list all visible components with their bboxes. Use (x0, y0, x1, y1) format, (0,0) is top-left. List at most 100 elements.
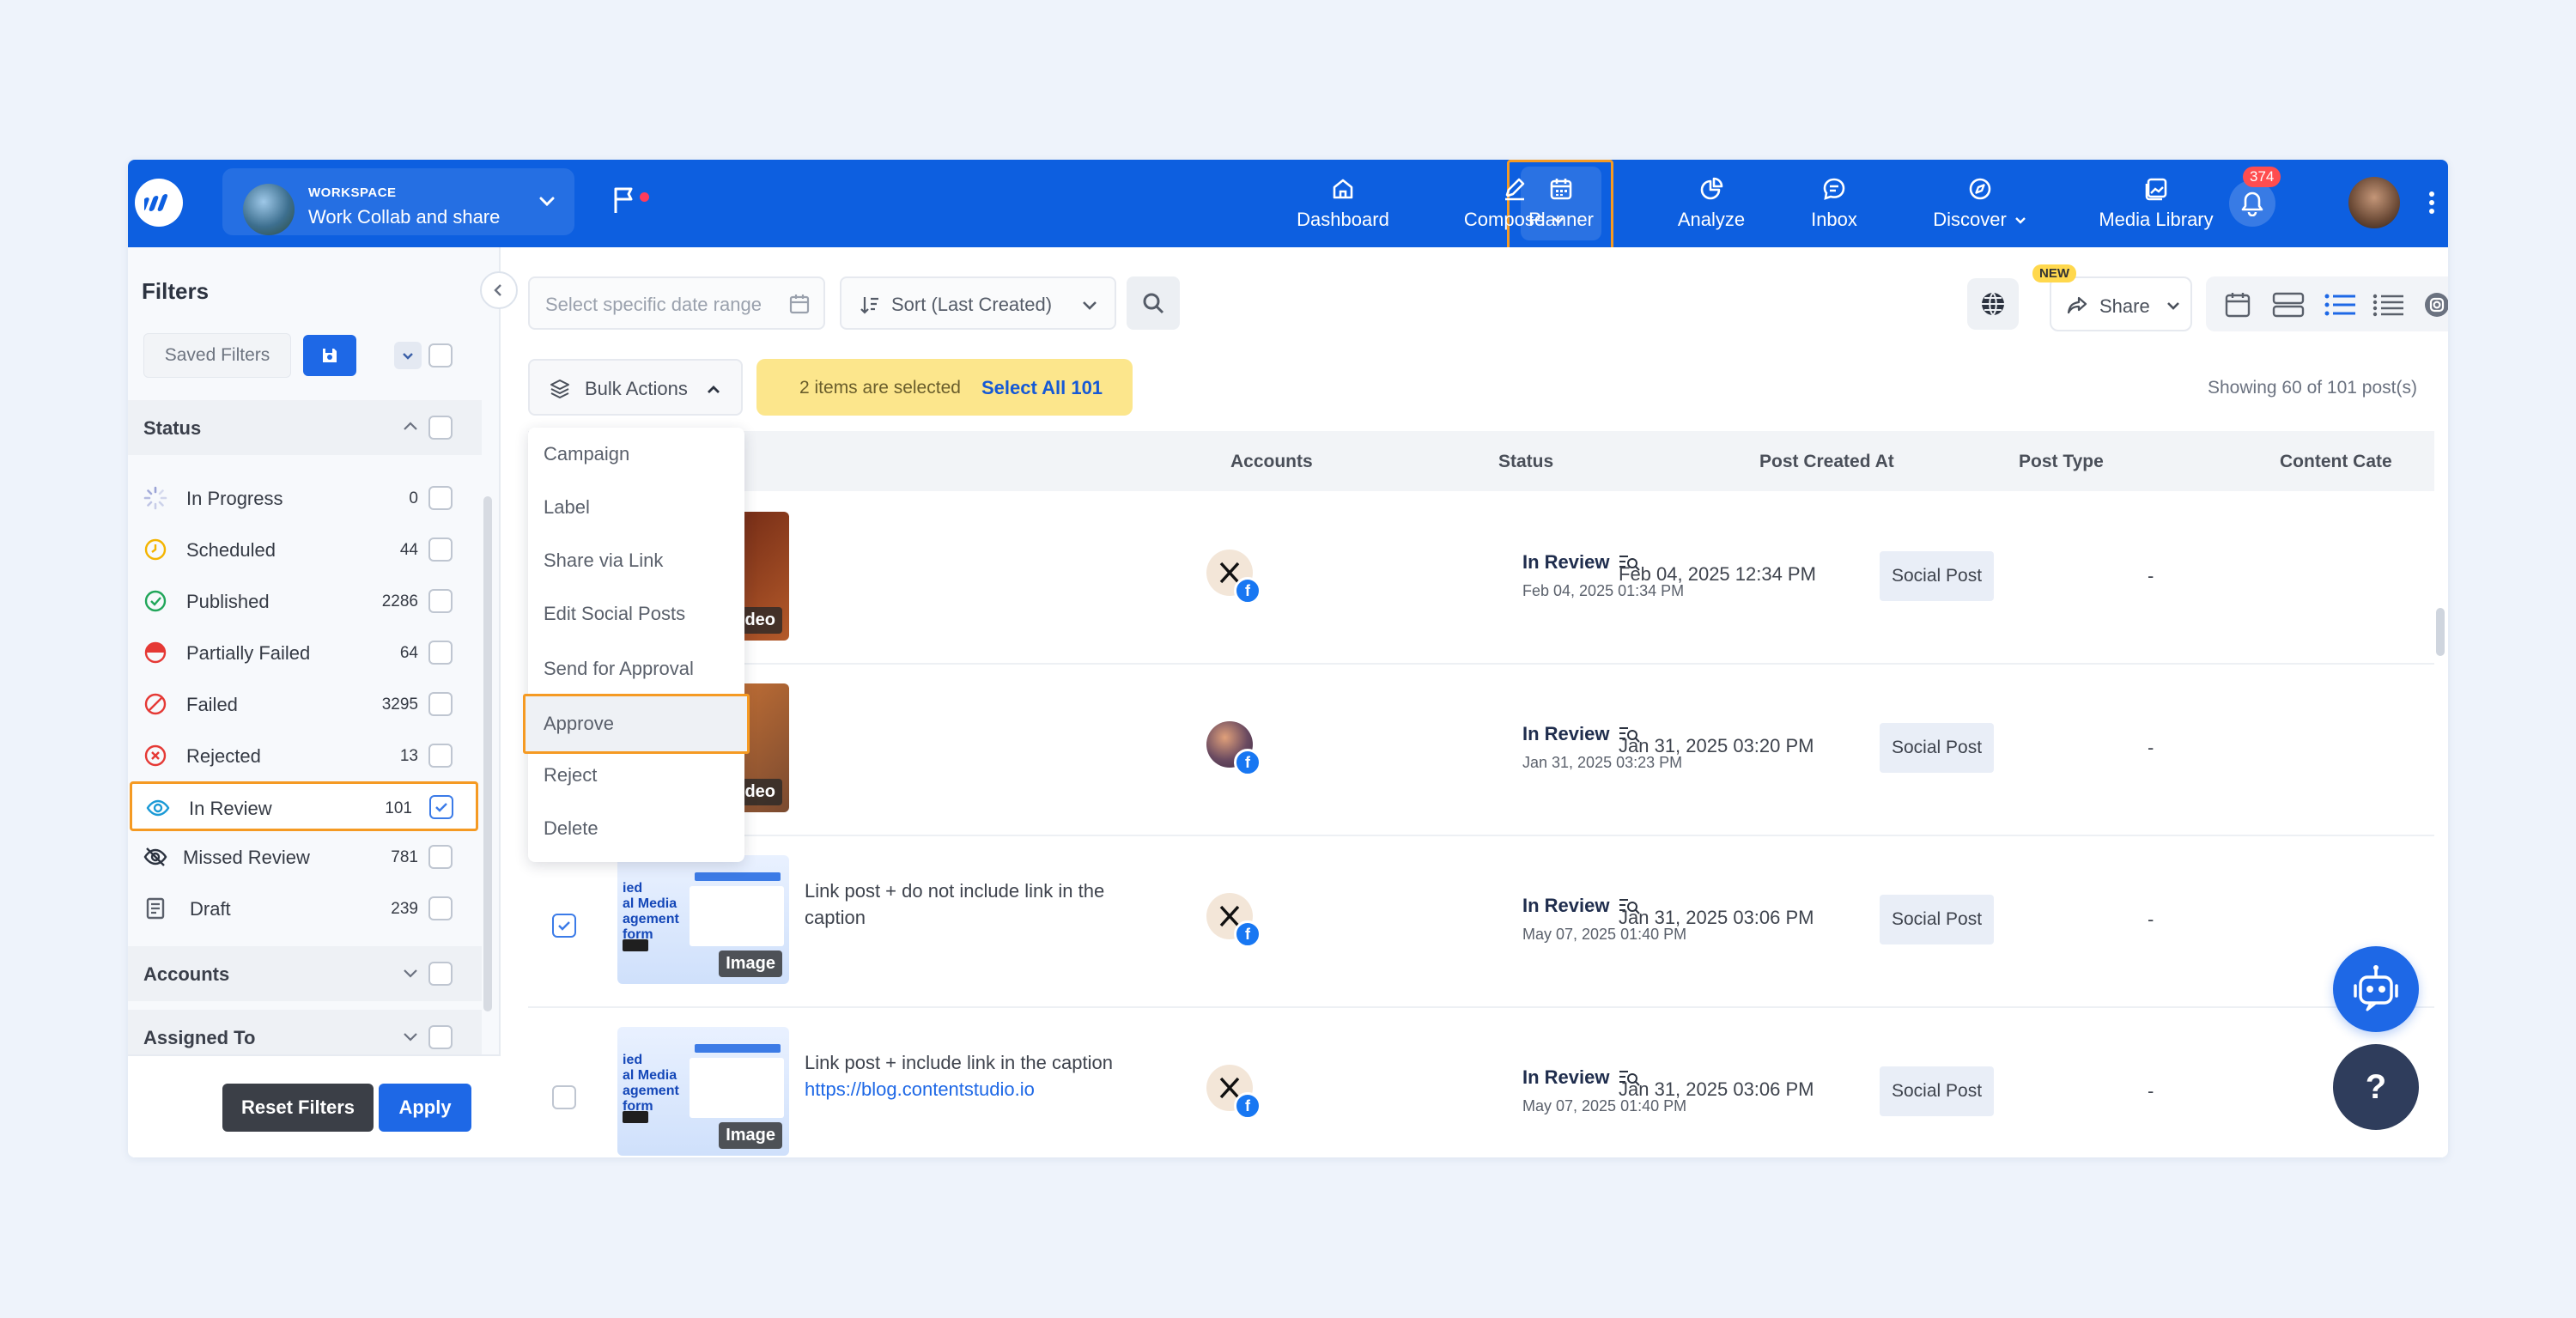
menu-item-delete[interactable]: Delete (528, 802, 744, 855)
chevron-down-icon (404, 969, 417, 978)
share-button[interactable]: Share (2050, 276, 2192, 331)
notification-count-badge: 374 (2243, 167, 2281, 187)
app-logo[interactable] (135, 179, 183, 227)
accounts-section-checkbox[interactable] (428, 962, 453, 986)
status-name: Missed Review (183, 847, 310, 868)
bell-icon (2241, 191, 2263, 216)
table-row[interactable]: ied al Media agement form Image Link post +… (528, 835, 2434, 1006)
feed-view-icon[interactable] (2271, 290, 2306, 319)
sidebar-scrollbar[interactable] (483, 496, 492, 1011)
flag-icon[interactable] (612, 185, 638, 215)
compact-list-view-icon[interactable] (2371, 290, 2405, 319)
status-filter-in-review[interactable]: In Review 101 (130, 781, 478, 831)
post-thumbnail[interactable]: ied al Media agement form Image (617, 855, 789, 984)
status-filter-in-progress[interactable]: In Progress 0 (128, 472, 482, 522)
post-thumbnail[interactable]: ied al Media agement form Image (617, 1027, 789, 1156)
reset-filters-button[interactable]: Reset Filters (222, 1084, 374, 1132)
instagram-grid-icon[interactable] (2422, 290, 2448, 319)
chevron-left-icon (494, 284, 501, 296)
check-icon (435, 803, 447, 812)
nav-media-library[interactable]: Media Library (2070, 160, 2242, 247)
status-name: In Review (189, 798, 272, 819)
facebook-icon: f (1234, 749, 1261, 776)
row-checkbox[interactable] (552, 1085, 576, 1109)
status-checkbox-checked[interactable] (429, 795, 453, 819)
nav-inbox[interactable]: Inbox (1787, 160, 1881, 247)
nav-label: Media Library (2099, 209, 2214, 230)
list-view-icon[interactable] (2323, 290, 2357, 319)
apply-filters-button[interactable]: Apply (379, 1084, 471, 1132)
status-filter-draft[interactable]: Draft 239 (128, 883, 482, 932)
status-checkbox[interactable] (428, 692, 453, 716)
menu-item-share-via-link[interactable]: Share via Link (528, 534, 744, 587)
thumbnail-bar (695, 872, 781, 881)
post-caption[interactable]: Link post + do not include link in the c… (805, 878, 1148, 931)
column-header-accounts[interactable]: Accounts (1230, 452, 1313, 472)
help-button[interactable]: ? (2333, 1044, 2419, 1130)
timezone-button[interactable] (1967, 278, 2019, 330)
ai-assistant-button[interactable] (2333, 946, 2419, 1032)
column-header-type[interactable]: Post Type (2019, 452, 2104, 472)
nav-dashboard[interactable]: Dashboard (1280, 160, 1406, 247)
status-checkbox[interactable] (428, 589, 453, 613)
assigned-section-checkbox[interactable] (428, 1025, 453, 1049)
sort-dropdown[interactable]: Sort (Last Created) (840, 276, 1116, 330)
date-range-input[interactable]: Select specific date range (528, 276, 825, 330)
column-header-status[interactable]: Status (1498, 452, 1553, 472)
status-filter-partially-failed[interactable]: Partially Failed 64 (128, 627, 482, 677)
status-checkbox[interactable] (428, 845, 453, 869)
post-caption[interactable]: Link post + include link in the caption … (805, 1049, 1148, 1102)
table-row[interactable]: Video f In Review Jan 31, 2025 03:23 PM … (528, 663, 2434, 835)
row-checkbox-checked[interactable] (552, 914, 576, 938)
status-checkbox[interactable] (428, 486, 453, 510)
select-all-filters-checkbox[interactable] (428, 343, 453, 367)
status-section-header[interactable]: Status (128, 400, 482, 455)
more-options-icon[interactable] (2427, 187, 2436, 218)
view-switcher (2206, 276, 2448, 331)
status-checkbox[interactable] (428, 744, 453, 768)
menu-item-edit-social-posts[interactable]: Edit Social Posts (528, 587, 744, 641)
menu-item-send-for-approval[interactable]: Send for Approval (528, 642, 744, 695)
status-section-checkbox[interactable] (428, 416, 453, 440)
table-scrollbar[interactable] (2436, 608, 2445, 656)
section-title: Status (143, 417, 202, 439)
calendar-view-icon[interactable] (2223, 290, 2252, 319)
sidebar-footer: Reset Filters Apply (128, 1054, 501, 1157)
status-checkbox[interactable] (428, 641, 453, 665)
home-icon (1333, 179, 1353, 199)
status-checkbox[interactable] (428, 538, 453, 562)
assigned-section-header[interactable]: Assigned To (128, 1010, 482, 1054)
workspace-switcher[interactable]: WORKSPACE Work Collab and share (222, 168, 574, 235)
status-checkbox[interactable] (428, 896, 453, 920)
status-filter-missed-review[interactable]: Missed Review 781 (128, 831, 482, 881)
status-filter-rejected[interactable]: Rejected 13 (128, 730, 482, 780)
check-circle-icon (144, 590, 167, 612)
menu-item-reject[interactable]: Reject (528, 749, 744, 802)
status-filter-failed[interactable]: Failed 3295 (128, 678, 482, 728)
saved-filters-select[interactable]: Saved Filters (143, 333, 291, 378)
caption-link[interactable]: https://blog.contentstudio.io (805, 1078, 1035, 1100)
menu-item-campaign[interactable]: Campaign (528, 428, 744, 481)
search-icon (1143, 293, 1164, 314)
save-filter-button[interactable] (303, 335, 356, 376)
search-button[interactable] (1127, 276, 1180, 330)
accounts-section-header[interactable]: Accounts (128, 946, 482, 1001)
expand-all-button[interactable] (394, 342, 422, 369)
menu-item-label[interactable]: Label (528, 481, 744, 534)
column-header-category[interactable]: Content Cate (2280, 452, 2392, 472)
table-row[interactable]: Video f In Review Feb 04, 2025 01:34 PM … (528, 491, 2434, 663)
menu-item-approve[interactable]: Approve (523, 694, 750, 754)
nav-planner[interactable]: Planner (1509, 160, 1613, 247)
nav-analyze[interactable]: Analyze (1653, 160, 1770, 247)
status-filter-published[interactable]: Published 2286 (128, 575, 482, 625)
bulk-actions-button[interactable]: Bulk Actions (528, 359, 743, 416)
column-header-created[interactable]: Post Created At (1759, 452, 1894, 472)
table-header: Accounts Status Post Created At Post Typ… (528, 431, 2434, 491)
user-avatar[interactable] (2348, 177, 2400, 228)
table-row[interactable]: ied al Media agement form Image Link post +… (528, 1006, 2434, 1157)
collapse-sidebar-button[interactable] (480, 271, 518, 309)
nav-discover[interactable]: Discover (1899, 160, 2062, 247)
select-all-link[interactable]: Select All 101 (981, 377, 1103, 399)
status-filter-scheduled[interactable]: Scheduled 44 (128, 524, 482, 574)
notifications-button[interactable] (2229, 180, 2275, 227)
